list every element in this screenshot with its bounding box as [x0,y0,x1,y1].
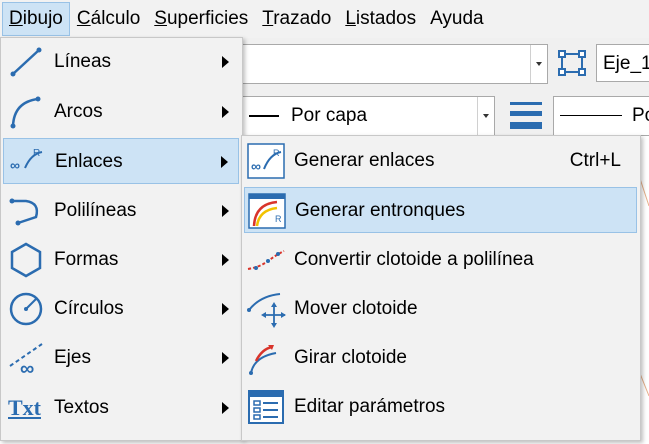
submenu-item-girar-clotoide[interactable]: Girar clotoide [244,335,637,381]
svg-text:R: R [275,214,282,224]
submenu-item-label: Convertir clotoide a polilínea [294,249,534,270]
shortcut-label: Ctrl+L [569,150,621,171]
menu-calculo[interactable]: Cálculo [70,2,147,36]
axis-icon: ∞ [8,340,44,380]
dibujo-menu: Líneas Arcos ∞ R Enlaces Polilíneas Forma… [0,37,243,441]
submenu-item-label: Mover clotoide [294,298,418,319]
text-icon: Txt [8,395,41,420]
chevron-down-icon[interactable] [477,97,494,135]
move-clothoid-icon [246,290,286,328]
polylines-icon [8,193,44,229]
submenu-item-generar-entronques[interactable]: R Generar entronques [244,187,637,233]
links-icon: ∞ R [9,144,45,180]
submenu-item-label: Generar enlaces [294,150,435,171]
menu-item-enlaces[interactable]: ∞ R Enlaces [3,138,239,184]
linetype-value: Por capa [291,105,368,126]
svg-text:∞: ∞ [10,157,20,173]
submenu-arrow-icon [222,205,229,217]
submenu-arrow-icon [222,56,229,68]
menu-item-circulos[interactable]: Círculos [3,286,239,332]
svg-text:R: R [273,148,280,158]
menu-item-label: Textos [54,397,109,418]
submenu-arrow-icon [222,106,229,118]
menu-ayuda[interactable]: Ayuda [423,2,491,36]
menu-item-ejes[interactable]: ∞ Ejes [3,335,239,381]
menu-item-label: Enlaces [55,151,123,172]
rotate-clothoid-icon [246,339,286,377]
submenu-arrow-icon [221,156,228,168]
hexagon-icon [8,242,44,278]
convert-clothoid-icon [246,241,286,279]
enlaces-submenu: ∞ R Generar enlaces Ctrl+L R Generar entr… [241,135,641,441]
lineweight-icon[interactable] [506,96,546,134]
menu-item-formas[interactable]: Formas [3,237,239,283]
menu-item-arcos[interactable]: Arcos [3,89,239,135]
submenu-item-convertir-clotoide[interactable]: Convertir clotoide a polilínea [244,237,637,283]
submenu-arrow-icon [222,402,229,414]
axis-select-icon[interactable] [556,46,590,80]
svg-text:R: R [33,148,40,159]
menu-trazado[interactable]: Trazado [255,2,338,36]
menu-dibujo[interactable]: Dibujo [2,2,70,36]
menu-bar: Dibujo Cálculo Superficies Trazado Lista… [0,0,649,38]
circle-icon [8,291,44,327]
menu-item-label: Ejes [54,347,91,368]
submenu-item-generar-enlaces[interactable]: ∞ R Generar enlaces Ctrl+L [244,138,637,184]
menu-item-label: Arcos [54,101,103,122]
lineweight-preview [560,115,622,116]
generate-junctions-icon: R [247,192,287,230]
menu-item-lineas[interactable]: Líneas [3,39,239,85]
linetype-preview [249,115,279,117]
lines-icon [8,44,44,80]
submenu-item-label: Generar entronques [295,200,466,221]
axis-combo[interactable]: Eje_1 [596,44,649,82]
menu-listados[interactable]: Listados [338,2,423,36]
svg-text:∞: ∞ [251,158,261,174]
menu-superficies[interactable]: Superficies [147,2,255,36]
linetype-combo[interactable]: Por capa [228,96,495,136]
edit-parameters-icon [246,388,286,426]
menu-item-label: Formas [54,249,119,270]
menu-item-label: Círculos [54,298,124,319]
generate-links-icon: ∞ R [246,142,286,180]
menu-item-label: Polilíneas [54,200,137,221]
submenu-arrow-icon [222,352,229,364]
menu-item-label: Líneas [54,51,112,72]
submenu-arrow-icon [222,254,229,266]
lineweight-value: Po [632,105,649,126]
submenu-item-editar-parametros[interactable]: Editar parámetros [244,384,637,430]
submenu-arrow-icon [222,303,229,315]
arcs-icon [8,94,44,130]
submenu-item-mover-clotoide[interactable]: Mover clotoide [244,286,637,332]
svg-text:∞: ∞ [20,358,34,376]
submenu-item-label: Girar clotoide [294,347,407,368]
submenu-item-label: Editar parámetros [294,396,446,417]
layer-combo[interactable] [228,44,548,84]
menu-item-polilineas[interactable]: Polilíneas [3,188,239,234]
menu-item-textos[interactable]: Txt Textos [3,385,239,431]
lineweight-combo[interactable]: Po [553,96,649,136]
chevron-down-icon[interactable] [530,45,547,83]
